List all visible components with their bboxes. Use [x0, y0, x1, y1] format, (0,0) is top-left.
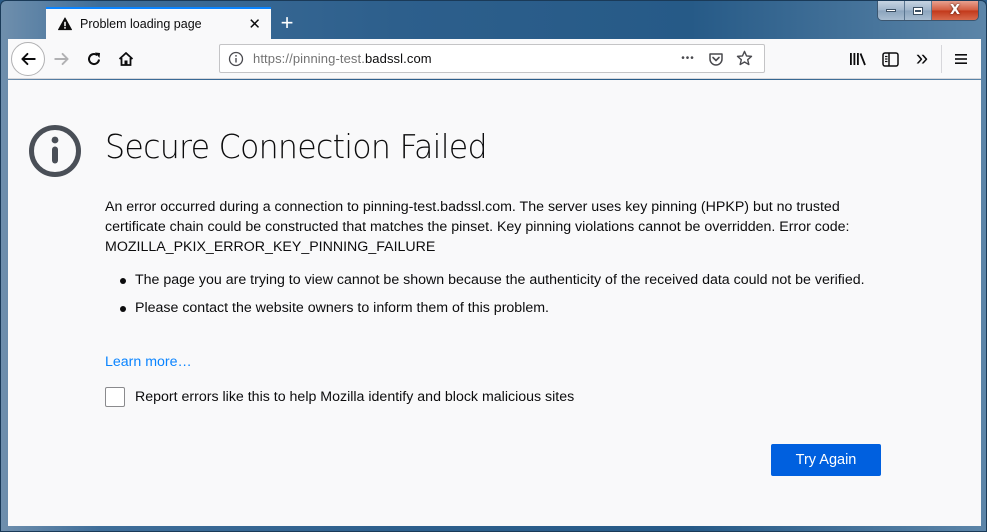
url-text[interactable]: https://pinning-test.badssl.com: [253, 51, 674, 66]
close-window-button[interactable]: X: [932, 1, 978, 20]
site-info-icon[interactable]: [228, 51, 244, 67]
back-arrow-icon: [21, 52, 36, 65]
toolbar-right: »: [842, 39, 981, 79]
tab-problem-loading-page[interactable]: Problem loading page ✕: [46, 7, 271, 39]
error-page: Secure Connection Failed An error occurr…: [8, 80, 981, 526]
tab-strip: Problem loading page ✕ +: [46, 7, 303, 39]
close-icon: X: [949, 3, 961, 18]
url-bar[interactable]: https://pinning-test.badssl.com •••: [219, 44, 765, 73]
minimize-button[interactable]: [878, 1, 905, 20]
sidebar-icon: [881, 51, 899, 67]
info-icon: [29, 125, 81, 177]
error-detail-item: Please contact the website owners to inf…: [105, 298, 885, 318]
menu-button[interactable]: [945, 44, 977, 74]
menu-icon: [955, 54, 967, 64]
page-actions-button[interactable]: •••: [674, 48, 702, 70]
bookmark-star-icon: [736, 50, 752, 66]
forward-arrow-icon: [54, 52, 69, 65]
report-errors-checkbox[interactable]: [105, 387, 125, 407]
toolbar-separator: [941, 45, 942, 73]
pocket-button[interactable]: [702, 48, 730, 70]
warning-icon: [58, 17, 72, 31]
forward-button[interactable]: [47, 44, 77, 74]
error-description: An error occurred during a connection to…: [105, 199, 850, 255]
pocket-icon: [709, 52, 723, 66]
report-errors-label[interactable]: Report errors like this to help Mozilla …: [135, 389, 574, 405]
library-icon: [850, 53, 866, 66]
maximize-button[interactable]: [905, 1, 932, 20]
tab-title: Problem loading page: [80, 17, 202, 31]
learn-more-link[interactable]: Learn more…: [105, 354, 192, 370]
error-detail-item: The page you are trying to view cannot b…: [105, 270, 885, 290]
maximize-icon: [913, 6, 923, 15]
error-title: Secure Connection Failed: [105, 127, 488, 166]
plus-icon: +: [280, 10, 294, 35]
try-again-button[interactable]: Try Again: [771, 444, 881, 476]
reload-button[interactable]: [79, 44, 109, 74]
tab-close-icon[interactable]: ✕: [248, 17, 261, 32]
new-tab-button[interactable]: +: [271, 7, 303, 39]
home-button[interactable]: [111, 44, 141, 74]
bookmark-button[interactable]: [730, 48, 758, 70]
browser-window: X Problem loading page ✕ + https://pinni…: [0, 0, 987, 532]
overflow-icon: »: [915, 44, 929, 70]
error-details-list: The page you are trying to view cannot b…: [105, 270, 885, 326]
window-controls: X: [877, 1, 979, 21]
reload-icon: [88, 52, 100, 65]
navigation-toolbar: https://pinning-test.badssl.com ••• »: [8, 39, 981, 79]
url-prefix: https://pinning-test.: [253, 51, 365, 66]
report-errors-row: Report errors like this to help Mozilla …: [105, 387, 574, 407]
minimize-icon: [886, 9, 896, 12]
home-icon: [118, 51, 134, 66]
back-button[interactable]: [11, 41, 45, 76]
overflow-button[interactable]: »: [906, 44, 938, 74]
page-actions-icon: •••: [681, 53, 695, 64]
url-domain: badssl.com: [364, 51, 432, 66]
sidebar-button[interactable]: [874, 44, 906, 74]
library-button[interactable]: [842, 44, 874, 74]
